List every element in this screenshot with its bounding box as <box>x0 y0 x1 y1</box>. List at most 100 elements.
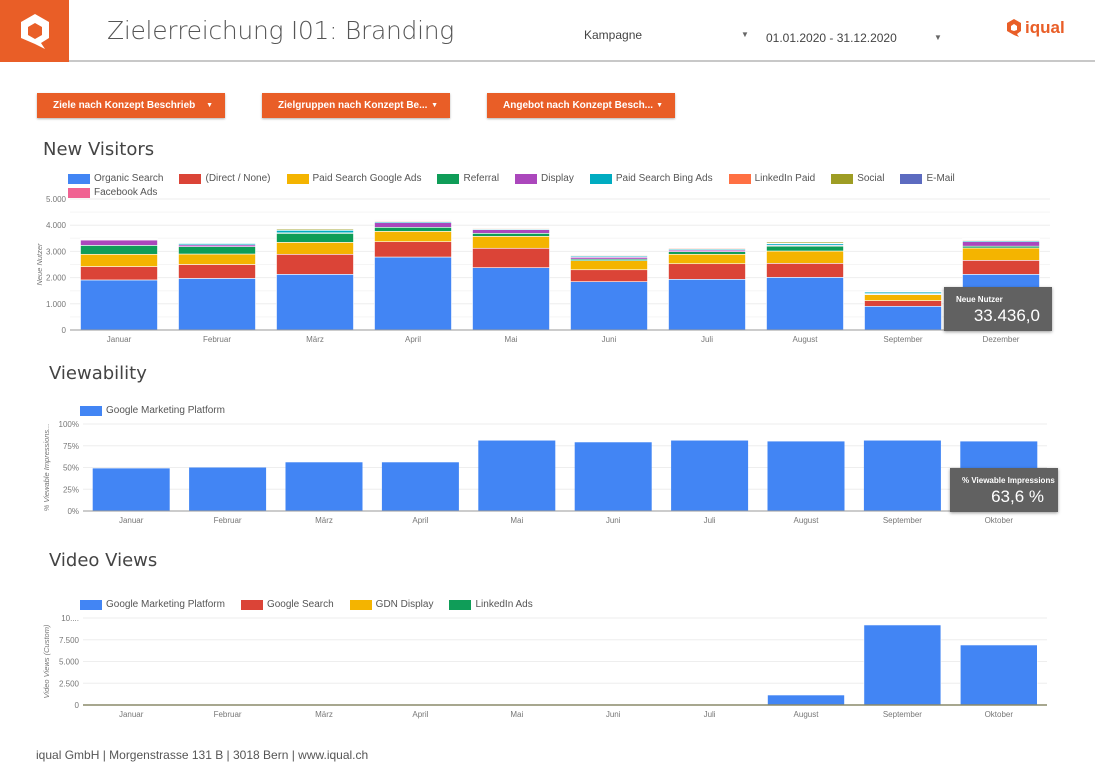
bar-segment[interactable] <box>374 219 452 221</box>
bar-segment[interactable] <box>574 442 652 511</box>
bar-segment[interactable] <box>668 253 746 265</box>
bar-segment[interactable] <box>178 246 256 255</box>
bar-segment[interactable] <box>80 245 158 255</box>
bar-segment[interactable] <box>570 253 648 255</box>
bar-segment[interactable] <box>178 264 256 279</box>
legend-item[interactable]: (Direct / None) <box>179 173 271 184</box>
legend-item[interactable]: Social <box>831 173 884 184</box>
legend-swatch <box>515 173 538 184</box>
bar-segment[interactable] <box>80 266 158 281</box>
bar-segment[interactable] <box>472 229 550 234</box>
filter-angebot[interactable]: Angebot nach Konzept Besch... ▼ <box>487 93 675 118</box>
bar-segment[interactable] <box>863 624 942 706</box>
bar-segment[interactable] <box>189 467 267 512</box>
bar-segment[interactable] <box>864 290 942 292</box>
legend-item[interactable]: Display <box>515 173 574 184</box>
x-tick-label: April <box>412 516 428 525</box>
bar-segment[interactable] <box>766 263 844 278</box>
bar-segment[interactable] <box>472 247 550 268</box>
bar-segment[interactable] <box>570 269 648 282</box>
bar-segment[interactable] <box>80 279 158 331</box>
bar-segment[interactable] <box>766 240 844 242</box>
chevron-down-icon: ▼ <box>431 102 438 109</box>
x-tick-label: Juli <box>704 516 716 525</box>
x-tick-label: August <box>794 516 820 525</box>
campaign-dropdown[interactable]: Kampagne <box>584 28 642 42</box>
bar-segment[interactable] <box>178 278 256 331</box>
filter-label: Ziele nach Konzept Beschrieb <box>53 100 196 111</box>
chevron-down-icon[interactable]: ▼ <box>934 33 942 42</box>
bar-segment[interactable] <box>276 242 354 255</box>
bar-segment[interactable] <box>671 440 749 511</box>
bar-segment[interactable] <box>276 253 354 275</box>
x-tick-label: September <box>883 335 922 344</box>
section-title-video: Video Views <box>49 550 158 571</box>
filter-ziele[interactable]: Ziele nach Konzept Beschrieb ▼ <box>37 93 225 118</box>
y-tick-label: 2.000 <box>46 274 67 283</box>
bar-segment[interactable] <box>178 253 256 265</box>
bar-segment[interactable] <box>668 279 746 331</box>
bar-segment[interactable] <box>863 440 941 511</box>
legend-item[interactable]: Organic Search <box>68 173 163 184</box>
bar-segment[interactable] <box>864 294 942 301</box>
legend-swatch <box>68 173 90 184</box>
date-range-picker[interactable]: 01.01.2020 - 31.12.2020 <box>766 31 897 45</box>
bar-segment[interactable] <box>472 226 550 228</box>
legend-item[interactable]: Google Search <box>240 599 334 610</box>
bar-segment[interactable] <box>766 245 844 252</box>
bar-segment[interactable] <box>374 222 452 228</box>
x-tick-label: April <box>405 335 421 344</box>
bar-segment[interactable] <box>864 305 942 331</box>
bar-segment[interactable] <box>767 441 845 511</box>
legend-label: LinkedIn Paid <box>754 173 816 184</box>
bar-segment[interactable] <box>381 462 459 511</box>
legend-item[interactable]: E-Mail <box>900 173 955 184</box>
legend-swatch <box>831 173 854 184</box>
legend-label: E-Mail <box>926 173 955 184</box>
bar-segment[interactable] <box>374 231 452 243</box>
bar-segment[interactable] <box>767 694 845 706</box>
chevron-down-icon[interactable]: ▼ <box>741 30 749 39</box>
bar-segment[interactable] <box>80 239 158 246</box>
tooltip-label: % Viewable Impressions <box>962 476 1055 485</box>
bar-segment[interactable] <box>962 260 1040 275</box>
x-tick-label: Januar <box>119 516 144 525</box>
bar-segment[interactable] <box>276 227 354 230</box>
legend-item[interactable]: Referral <box>437 173 499 184</box>
bar-segment[interactable] <box>570 260 648 271</box>
bar-segment[interactable] <box>962 247 1040 261</box>
bar-segment[interactable] <box>374 256 452 331</box>
bar-segment[interactable] <box>374 241 452 258</box>
bar-segment[interactable] <box>374 226 452 232</box>
bar-segment[interactable] <box>472 267 550 331</box>
bar-segment[interactable] <box>285 462 363 511</box>
legend-item[interactable]: GDN Display <box>349 599 433 610</box>
filter-zielgruppen[interactable]: Zielgruppen nach Konzept Be... ▼ <box>262 93 450 118</box>
legend-item[interactable]: LinkedIn Ads <box>449 599 533 610</box>
bar-segment[interactable] <box>472 233 550 237</box>
bar-segment[interactable] <box>962 241 1040 247</box>
bar-segment[interactable] <box>668 263 746 280</box>
legend-item[interactable]: Paid Search Google Ads <box>286 173 421 184</box>
bar-segment[interactable] <box>766 277 844 331</box>
y-tick-label: 5.000 <box>59 658 80 667</box>
bar-segment[interactable] <box>668 246 746 248</box>
bar-segment[interactable] <box>962 237 1040 240</box>
legend-item[interactable]: Paid Search Bing Ads <box>589 173 713 184</box>
bar-segment[interactable] <box>276 274 354 331</box>
bar-segment[interactable] <box>178 241 256 244</box>
bar-segment[interactable] <box>864 300 942 307</box>
legend-item[interactable]: Google Marketing Platform <box>80 599 225 610</box>
bar-segment[interactable] <box>959 644 1038 706</box>
bar-segment[interactable] <box>668 251 746 255</box>
bar-segment[interactable] <box>472 236 550 249</box>
bar-segment[interactable] <box>92 468 170 511</box>
bar-segment[interactable] <box>766 250 844 264</box>
bar-segment[interactable] <box>80 237 158 240</box>
bar-segment[interactable] <box>276 233 354 243</box>
y-tick-label: 100% <box>59 420 79 429</box>
legend-item[interactable]: LinkedIn Paid <box>728 173 816 184</box>
bar-segment[interactable] <box>478 440 556 511</box>
bar-segment[interactable] <box>570 281 648 331</box>
bar-segment[interactable] <box>80 253 158 267</box>
